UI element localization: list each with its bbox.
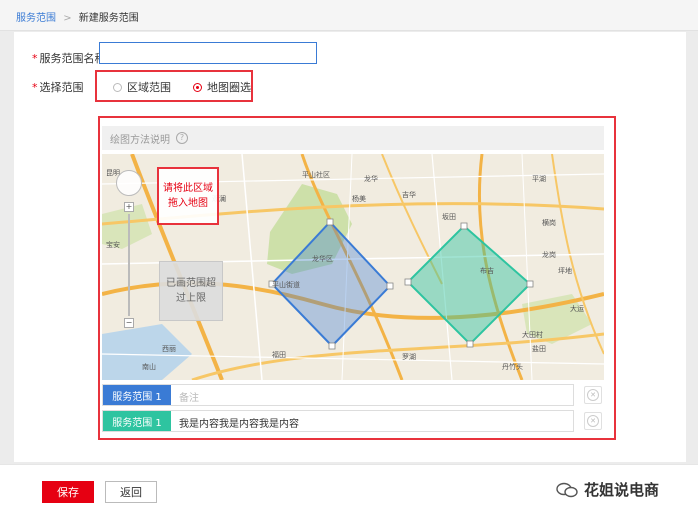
map-place-label: 杨美 — [352, 195, 366, 203]
breadcrumb: 服务范围 > 新建服务范围 — [16, 9, 139, 24]
map-zoom-control[interactable]: + − — [124, 202, 134, 328]
radio-unchecked-icon[interactable] — [113, 82, 122, 92]
service-area-teal — [406, 224, 532, 346]
map-place-label: 西丽 — [162, 345, 176, 353]
map-pan-control-icon[interactable] — [116, 170, 142, 196]
watermark-text: 花姐说电商 — [584, 481, 660, 499]
map-canvas[interactable]: 昆明 平山社区 平山街道 龙华 龙华区 坂田 布吉 平湖 观澜 横岗 龙岗 大运… — [102, 154, 604, 380]
service-row: 服务范围 1 我是内容我是内容我是内容 — [102, 410, 574, 432]
minor-road — [521, 154, 533, 380]
watermark: 花姐说电商 — [556, 479, 659, 500]
map-place-label: 丹竹头 — [502, 363, 523, 371]
radio-region-range[interactable]: 区域范围 — [113, 79, 171, 95]
map-place-label: 宝安 — [106, 241, 120, 249]
map-place-label: 布吉 — [480, 267, 494, 275]
zoom-slider-track[interactable] — [128, 214, 130, 316]
breadcrumb-parent-link[interactable]: 服务范围 — [16, 13, 56, 24]
range-radio-group: 区域范围 地图圈选 — [95, 70, 253, 102]
breadcrumb-separator: > — [63, 13, 72, 24]
back-button[interactable]: 返回 — [105, 481, 157, 503]
footer-bar: 保存 返回 花姐说电商 — [0, 464, 698, 524]
map-place-label: 坪地 — [558, 267, 572, 275]
limit-exceeded-callout: 已画范围超过上限 — [159, 261, 223, 321]
radio-label[interactable]: 地图圈选 — [207, 79, 251, 95]
service-row: 服务范围 1 备注 — [102, 384, 574, 406]
map-place-label: 福田 — [272, 351, 286, 359]
name-label: * 服务范围名称 — [32, 50, 106, 66]
name-label-text: 服务范围名称 — [39, 52, 106, 65]
delete-service-button[interactable]: ✕ — [584, 386, 602, 404]
drawing-method-bar: 绘图方法说明 ? — [102, 126, 604, 150]
range-label: * 选择范围 — [32, 79, 84, 95]
radio-map-select[interactable]: 地图圈选 — [193, 79, 251, 95]
map-place-label: 大运 — [570, 305, 584, 313]
map-place-label: 盐田 — [532, 345, 546, 353]
service-note-input[interactable]: 我是内容我是内容我是内容 — [179, 415, 299, 430]
help-icon[interactable]: ? — [176, 132, 188, 144]
service-note-input[interactable]: 备注 — [179, 389, 199, 404]
wechat-icon — [556, 482, 578, 497]
service-range-name-input[interactable] — [99, 42, 317, 64]
map-place-label: 南山 — [142, 363, 156, 371]
map-block: 绘图方法说明 ? 昆明 平山社区 平山街道 龙华 龙华区 坂田 布吉 平湖 观澜… — [98, 116, 616, 440]
map-place-label: 龙华 — [364, 175, 378, 183]
map-place-label: 平湖 — [532, 175, 546, 183]
zoom-out-icon[interactable]: − — [124, 318, 134, 328]
map-place-label: 龙华区 — [312, 255, 333, 263]
minor-road — [241, 154, 263, 380]
service-tag: 服务范围 1 — [103, 385, 171, 405]
map-place-label: 大田村 — [522, 331, 543, 339]
radio-label[interactable]: 区域范围 — [127, 79, 171, 95]
drawing-method-label: 绘图方法说明 — [110, 134, 170, 146]
map-place-label: 坂田 — [442, 213, 456, 221]
breadcrumb-current: 新建服务范围 — [78, 13, 139, 24]
save-button[interactable]: 保存 — [42, 481, 94, 503]
map-place-label: 横岗 — [542, 219, 556, 227]
map-place-label: 吉华 — [402, 191, 416, 199]
close-icon[interactable]: ✕ — [587, 389, 599, 401]
radio-checked-icon[interactable] — [193, 82, 202, 92]
map-place-label: 罗湖 — [402, 353, 416, 361]
top-bar: 服务范围 > 新建服务范围 — [0, 0, 698, 31]
drag-here-callout[interactable]: 请将此区域拖入地图 — [157, 167, 219, 225]
service-tag: 服务范围 1 — [103, 411, 171, 431]
required-mark: * — [32, 81, 38, 94]
zoom-in-icon[interactable]: + — [124, 202, 134, 212]
delete-service-button[interactable]: ✕ — [584, 412, 602, 430]
required-mark: * — [32, 52, 38, 65]
map-place-label: 平山街道 — [272, 281, 300, 289]
range-label-text: 选择范围 — [39, 81, 84, 94]
map-place-label: 龙岗 — [542, 251, 556, 259]
close-icon[interactable]: ✕ — [587, 415, 599, 427]
form-panel: * 服务范围名称 * 选择范围 区域范围 地图圈选 绘图方法说明 ? 昆明 平山… — [14, 32, 686, 462]
map-place-label: 平山社区 — [302, 171, 330, 179]
